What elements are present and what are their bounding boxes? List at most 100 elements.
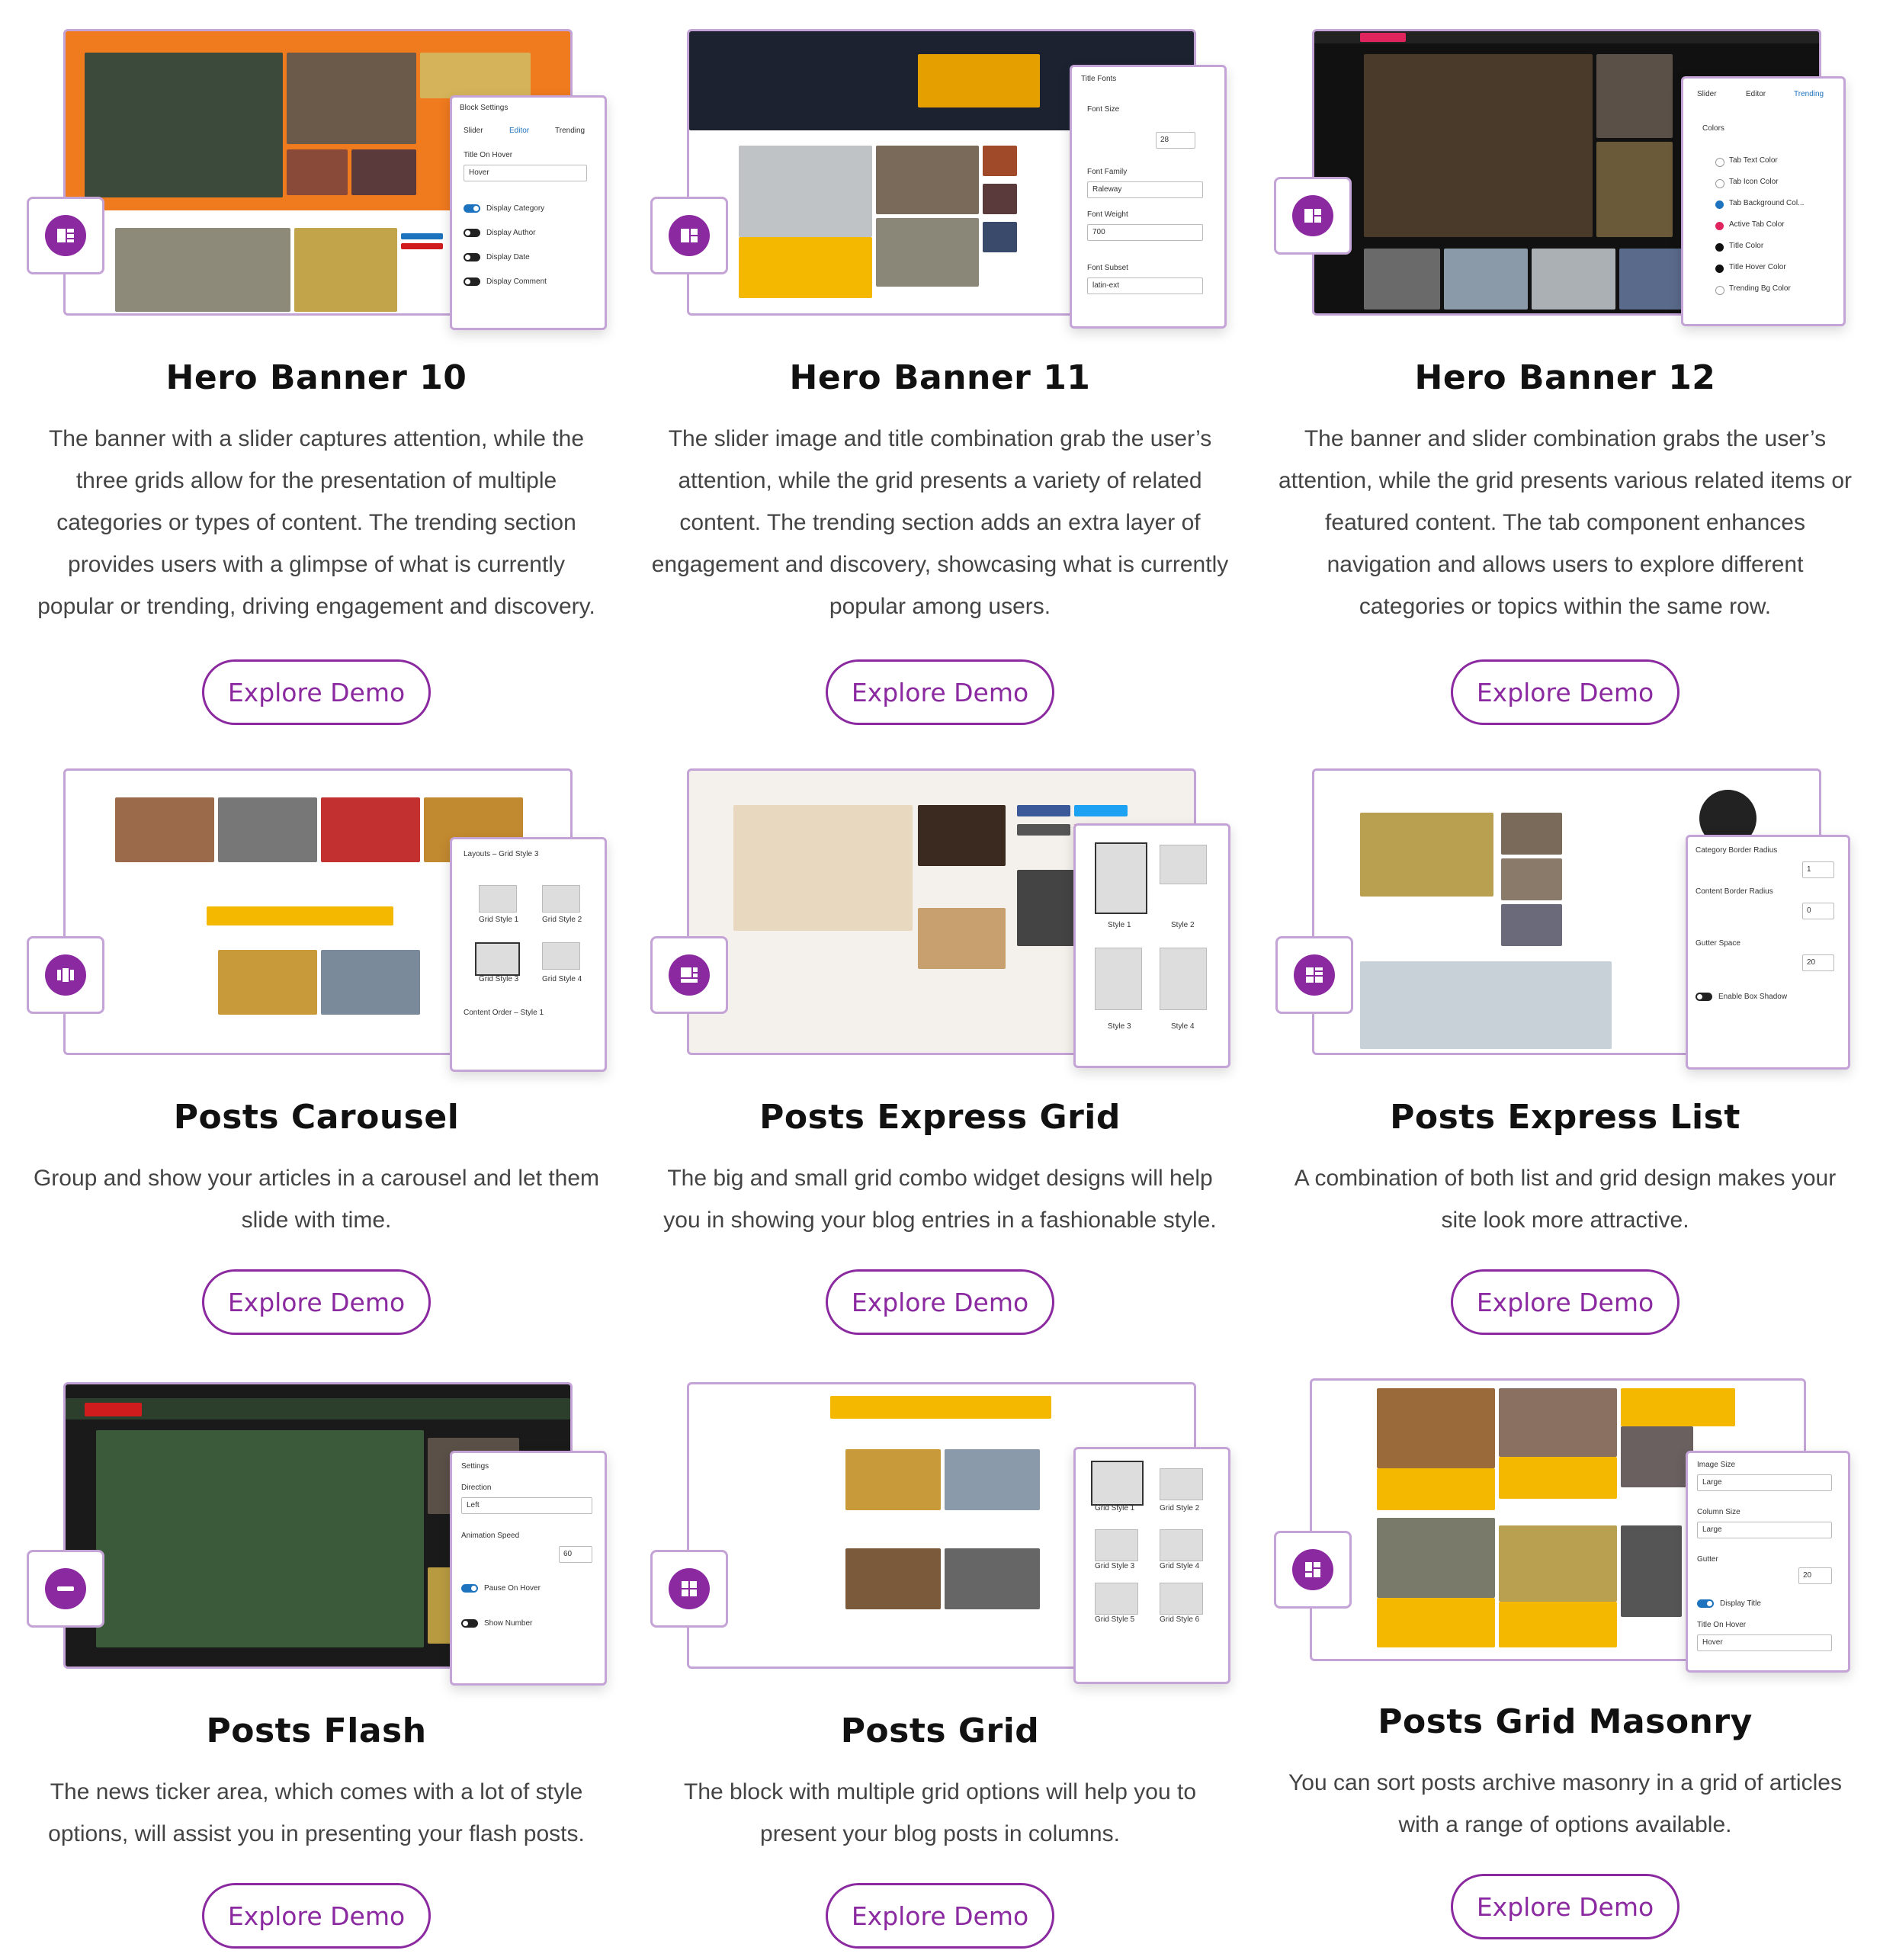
toggle-display-comment[interactable]: [464, 277, 480, 286]
explore-demo-button[interactable]: Explore Demo: [1451, 659, 1679, 725]
colors-heading: Colors: [1702, 124, 1724, 133]
style-3-option[interactable]: [1095, 948, 1142, 1010]
block-badge: [27, 936, 104, 1014]
card-description: The block with multiple grid options wil…: [684, 1779, 1196, 1846]
masonry-settings-panel: Image Size Large Column Size Large Gutte…: [1686, 1451, 1850, 1673]
card-description: The slider image and title combination g…: [651, 426, 1229, 619]
block-badge: [650, 936, 728, 1014]
preview: Image Size Large Column Size Large Gutte…: [1253, 1344, 1878, 1679]
gutter-input[interactable]: 20: [1798, 1567, 1832, 1584]
explore-demo-button[interactable]: Explore Demo: [826, 659, 1054, 725]
grid-style-2-option[interactable]: [1160, 1468, 1203, 1500]
block-badge: [1274, 1531, 1352, 1609]
demo-grid: Block Settings Slider Editor Trending Ti…: [0, 0, 1880, 1960]
font-subset-select[interactable]: latin-ext: [1087, 277, 1203, 294]
font-weight-select[interactable]: 700: [1087, 224, 1203, 241]
preview: Slider Editor Trending Colors Tab Text C…: [1253, 0, 1878, 335]
content-radius-input[interactable]: 0: [1802, 903, 1834, 919]
posts-grid-icon: [682, 1581, 697, 1596]
card-title: Posts Express Grid: [759, 1098, 1121, 1137]
preview: Style 1 Style 2 Style 3 Style 4: [627, 739, 1253, 1075]
card-title: Posts Flash: [206, 1711, 427, 1750]
card-title: Hero Banner 11: [789, 358, 1091, 397]
card-title: Hero Banner 12: [1414, 358, 1716, 397]
grid-block-icon: [1304, 209, 1321, 223]
tab-trending[interactable]: Trending: [1794, 90, 1824, 98]
card-description: A combination of both list and grid desi…: [1294, 1166, 1837, 1233]
preview: Layouts – Grid Style 3 Grid Style 1 Grid…: [4, 739, 629, 1075]
style-2-option[interactable]: [1160, 845, 1207, 884]
animation-speed-input[interactable]: 60: [559, 1546, 592, 1563]
toggle-display-author[interactable]: [464, 229, 480, 237]
grid-style-4-option[interactable]: [542, 942, 580, 970]
tab-trending[interactable]: Trending: [555, 127, 585, 135]
grid-style-1-option[interactable]: [1091, 1461, 1144, 1506]
preview: Title Fonts Font Size 28 Font Family Ral…: [627, 0, 1253, 335]
card-title: Posts Express List: [1390, 1098, 1740, 1137]
explore-demo-button[interactable]: Explore Demo: [202, 1883, 431, 1949]
card-description: The banner with a slider captures attent…: [37, 426, 595, 619]
preview: Block Settings Slider Editor Trending Ti…: [4, 0, 629, 335]
explore-demo-button[interactable]: Explore Demo: [202, 1269, 431, 1335]
toggle-display-title[interactable]: [1697, 1599, 1714, 1608]
layout-panel: Layouts – Grid Style 3 Grid Style 1 Grid…: [450, 837, 607, 1072]
grid-style-4-option[interactable]: [1160, 1529, 1203, 1561]
explore-demo-button[interactable]: Explore Demo: [826, 1269, 1054, 1335]
explore-demo-button[interactable]: Explore Demo: [202, 659, 431, 725]
title-on-hover-select[interactable]: Hover: [464, 165, 587, 181]
title-fonts-panel: Title Fonts Font Size 28 Font Family Ral…: [1070, 65, 1227, 329]
grid-block-icon: [57, 229, 74, 242]
tab-slider[interactable]: Slider: [1697, 90, 1717, 98]
font-size-input[interactable]: 28: [1156, 132, 1195, 149]
express-grid-icon: [681, 967, 698, 983]
grid-style-3-option[interactable]: [1095, 1529, 1138, 1561]
grid-style-1-option[interactable]: [479, 885, 517, 913]
block-badge: [650, 197, 728, 274]
style-4-option[interactable]: [1160, 948, 1207, 1010]
colors-panel: Slider Editor Trending Colors Tab Text C…: [1681, 76, 1846, 326]
card-description: You can sort posts archive masonry in a …: [1288, 1770, 1842, 1837]
gutter-space-input[interactable]: 20: [1802, 954, 1834, 971]
card-title: Posts Grid Masonry: [1378, 1702, 1753, 1741]
block-badge: [27, 1550, 104, 1628]
grid-style-6-option[interactable]: [1160, 1583, 1203, 1615]
category-radius-input[interactable]: 1: [1802, 861, 1834, 878]
grid-block-icon: [681, 229, 698, 242]
block-badge: [27, 197, 104, 274]
border-panel: Category Border Radius 1 Content Border …: [1686, 835, 1850, 1070]
image-size-select[interactable]: Large: [1697, 1474, 1832, 1491]
style-panel: Style 1 Style 2 Style 3 Style 4: [1073, 823, 1230, 1068]
flash-news-icon: [57, 1586, 74, 1591]
explore-demo-button[interactable]: Explore Demo: [1451, 1874, 1679, 1939]
preview: Settings Direction Left Animation Speed …: [4, 1353, 629, 1689]
card-description: Group and show your articles in a carous…: [33, 1166, 600, 1233]
tab-editor[interactable]: Editor: [1746, 90, 1766, 98]
carousel-block-icon: [57, 968, 74, 982]
panel-heading: Block Settings: [460, 104, 508, 112]
panel-heading: Title Fonts: [1081, 75, 1117, 83]
express-list-icon: [1306, 967, 1323, 983]
toggle-display-date[interactable]: [464, 253, 480, 261]
toggle-display-category[interactable]: [464, 204, 480, 213]
explore-demo-button[interactable]: Explore Demo: [1451, 1269, 1679, 1335]
card-description: The banner and slider combination grabs …: [1278, 426, 1853, 619]
preview: Grid Style 1 Grid Style 2 Grid Style 3 G…: [627, 1353, 1253, 1689]
tab-slider[interactable]: Slider: [464, 127, 483, 135]
grid-style-2-option[interactable]: [542, 885, 580, 913]
direction-select[interactable]: Left: [461, 1497, 592, 1514]
explore-demo-button[interactable]: Explore Demo: [826, 1883, 1054, 1949]
masonry-grid-icon: [1305, 1562, 1320, 1577]
settings-panel: Block Settings Slider Editor Trending Ti…: [450, 95, 607, 330]
column-size-select[interactable]: Large: [1697, 1522, 1832, 1538]
toggle-pause-on-hover[interactable]: [461, 1584, 478, 1593]
toggle-box-shadow[interactable]: [1696, 993, 1712, 1001]
title-on-hover-select[interactable]: Hover: [1697, 1634, 1832, 1651]
font-family-select[interactable]: Raleway: [1087, 181, 1203, 198]
grid-style-5-option[interactable]: [1095, 1583, 1138, 1615]
preview: Category Border Radius 1 Content Border …: [1253, 739, 1878, 1075]
style-1-option[interactable]: [1095, 842, 1147, 914]
tab-editor[interactable]: Editor: [509, 127, 529, 135]
grid-style-3-option[interactable]: [475, 942, 520, 976]
card-title: Posts Grid: [840, 1711, 1040, 1750]
toggle-show-number[interactable]: [461, 1619, 478, 1628]
